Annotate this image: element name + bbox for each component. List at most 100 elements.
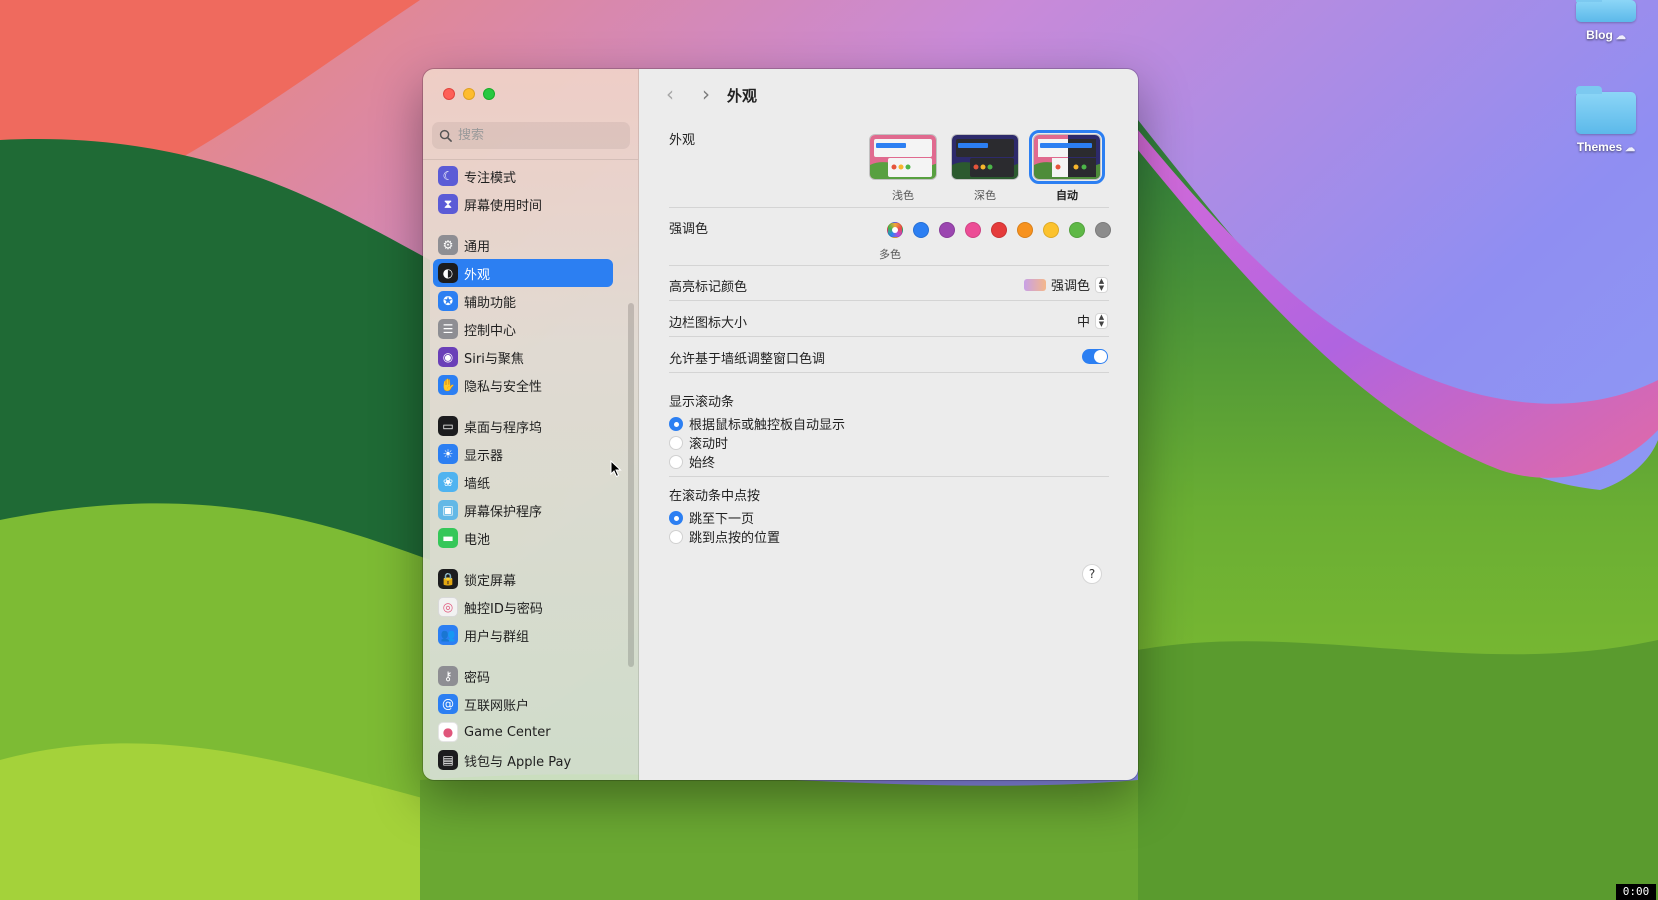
key-icon: ⚷ [438,666,458,686]
sidebar-item[interactable]: ◎ 触控ID与密码 [433,593,613,621]
appearance-option-light[interactable]: 浅色 [869,134,937,203]
sidebar-item-label: 通用 [464,239,491,255]
forward-button[interactable]: › [693,82,719,106]
pane-title: 外观 [727,87,758,105]
sidebar-item[interactable]: ▤ 钱包与 Apple Pay [433,746,613,774]
sidebar-icon-size-popup[interactable]: 中 ▲ ▼ [1077,311,1108,330]
accent-swatch[interactable] [1043,222,1059,238]
radio-jump-to-spot[interactable]: 跳到点按的位置 [669,527,1109,546]
radio-scrollbar-auto[interactable]: 根据鼠标或触控板自动显示 [669,414,1109,433]
sidebar-item-label: 外观 [464,267,491,283]
sidebar-item[interactable]: ✪ 辅助功能 [433,287,613,315]
sidebar-item[interactable]: ☰ 控制中心 [433,315,613,343]
sidebar-item-label: 墙纸 [464,476,491,492]
light-appearance-thumbnail [869,134,937,180]
sidebar-item[interactable]: ◉ Siri与聚焦 [433,343,613,371]
divider [669,336,1109,337]
icloud-icon: ☁ [1625,143,1636,154]
appearance-option-auto[interactable]: 自动 [1029,130,1105,203]
click-scrollbar-label: 在滚动条中点按 [669,489,761,504]
sidebar-list: ☾ 专注模式 ⧗ 屏幕使用时间 ⚙ 通用 ◐ 外观 ✪ 辅助功能 ☰ 控制中心 ◉ Siri与聚焦 ✋ 隐私与… [433,162,613,780]
sidebar-item[interactable]: ⚙ 通用 [433,231,613,259]
siri-icon: ◉ [438,347,458,367]
divider [669,207,1109,208]
lock-icon: 🔒 [438,569,458,589]
sidebar-group: ▭ 桌面与程序坞 ☀ 显示器 ❀ 墙纸 ▣ 屏幕保护程序 ▬ 电池 [433,412,613,552]
sidebar-scrollbar[interactable] [628,303,634,667]
sidebar-item[interactable]: 🔒 锁定屏幕 [433,565,613,593]
accent-swatch[interactable] [1017,222,1033,238]
sidebar-item[interactable]: ✋ 隐私与安全性 [433,371,613,399]
radio-label: 滚动时 [689,437,729,452]
minimize-button[interactable] [463,88,475,100]
desktop-folder-blog[interactable]: Blog ☁ [1561,0,1651,43]
wallpaper-tinting-toggle[interactable] [1082,349,1108,364]
appearance-option-label: 自动 [1056,189,1078,202]
radio-button[interactable] [669,435,683,450]
sidebar-item-label: 用户与群组 [464,629,530,645]
sidebar-item[interactable]: ▭ 桌面与程序坞 [433,412,613,440]
accent-swatch[interactable] [1069,222,1085,238]
sidebar-item[interactable]: ▣ 屏幕保护程序 [433,496,613,524]
sidebar-item-label: Siri与聚焦 [464,351,524,367]
radio-label: 跳至下一页 [689,512,755,527]
radio-button[interactable] [669,529,683,544]
sidebar-item[interactable]: ❀ 墙纸 [433,468,613,496]
radio-scrollbar-when-scrolling[interactable]: 滚动时 [669,433,1109,452]
sidebar-item-label: 屏幕保护程序 [464,504,543,520]
close-button[interactable] [443,88,455,100]
search-field[interactable] [432,122,630,149]
accent-selected-caption: 多色 [879,248,901,261]
sidebar-item[interactable]: ☀ 显示器 [433,440,613,468]
back-button[interactable]: ‹ [657,82,683,106]
accent-swatch[interactable] [991,222,1007,238]
highlight-color-popup[interactable]: 强调色 ▲ ▼ [1023,275,1108,294]
fingerprint-icon: ◎ [438,597,458,617]
search-input[interactable] [458,128,618,143]
highlight-color-value: 强调色 [1050,279,1090,294]
radio-scrollbar-always[interactable]: 始终 [669,452,1109,471]
radio-button[interactable] [669,510,683,525]
sidebar-item-label: 触控ID与密码 [464,601,543,617]
sidebar-item[interactable]: ⧗ 屏幕使用时间 [433,190,613,218]
accent-swatch[interactable] [913,222,929,238]
wallet-icon: ▤ [438,750,458,770]
accent-swatch[interactable] [939,222,955,238]
accent-color-swatches [887,222,1111,238]
appearance-option-label: 浅色 [892,189,914,202]
sidebar-item[interactable]: 👥 用户与群组 [433,621,613,649]
show-scrollbars-group: 显示滚动条 根据鼠标或触控板自动显示 滚动时 始终 [669,391,1109,471]
zoom-button[interactable] [483,88,495,100]
sidebar-item[interactable]: ▬ 电池 [433,524,613,552]
sidebar-item-label: Game Center [464,724,551,740]
desktop-folder-label: Blog [1586,28,1613,42]
accent-swatch[interactable] [1095,222,1111,238]
radio-jump-next-page[interactable]: 跳至下一页 [669,508,1109,527]
sidebar: ☾ 专注模式 ⧗ 屏幕使用时间 ⚙ 通用 ◐ 外观 ✪ 辅助功能 ☰ 控制中心 ◉ Siri与聚焦 ✋ 隐私与… [423,69,639,780]
help-button[interactable]: ? [1082,564,1102,584]
chevron-updown-icon: ▲ ▼ [1095,276,1108,293]
sidebar-item-label: 显示器 [464,448,504,464]
sidebar-item-label: 专注模式 [464,170,517,186]
radio-button[interactable] [669,416,683,431]
sidebar-item[interactable]: ◐ 外观 [433,259,613,287]
divider [669,476,1109,477]
accent-swatch[interactable] [965,222,981,238]
sidebar-item[interactable]: ⚷ 密码 [433,662,613,690]
accent-swatch-multicolor[interactable] [887,222,903,238]
radio-button[interactable] [669,454,683,469]
sidebar-item-label: 隐私与安全性 [464,379,543,395]
divider [669,265,1109,266]
sidebar-item[interactable]: ☾ 专注模式 [433,162,613,190]
sidebar-item-label: 屏幕使用时间 [464,198,543,214]
desktop-folder-themes[interactable]: Themes ☁ [1561,86,1651,155]
sidebar-item[interactable]: @ 互联网账户 [433,690,613,718]
appearance-option-dark[interactable]: 深色 [951,134,1019,203]
control-center-icon: ☰ [438,319,458,339]
desktop-folder-label: Themes [1576,140,1623,154]
sidebar-item[interactable]: ● Game Center [433,718,613,746]
radio-label: 跳到点按的位置 [689,531,781,546]
divider [669,372,1109,373]
system-settings-window: ☾ 专注模式 ⧗ 屏幕使用时间 ⚙ 通用 ◐ 外观 ✪ 辅助功能 ☰ 控制中心 ◉ Siri与聚焦 ✋ 隐私与… [423,69,1138,780]
at-icon: @ [438,694,458,714]
